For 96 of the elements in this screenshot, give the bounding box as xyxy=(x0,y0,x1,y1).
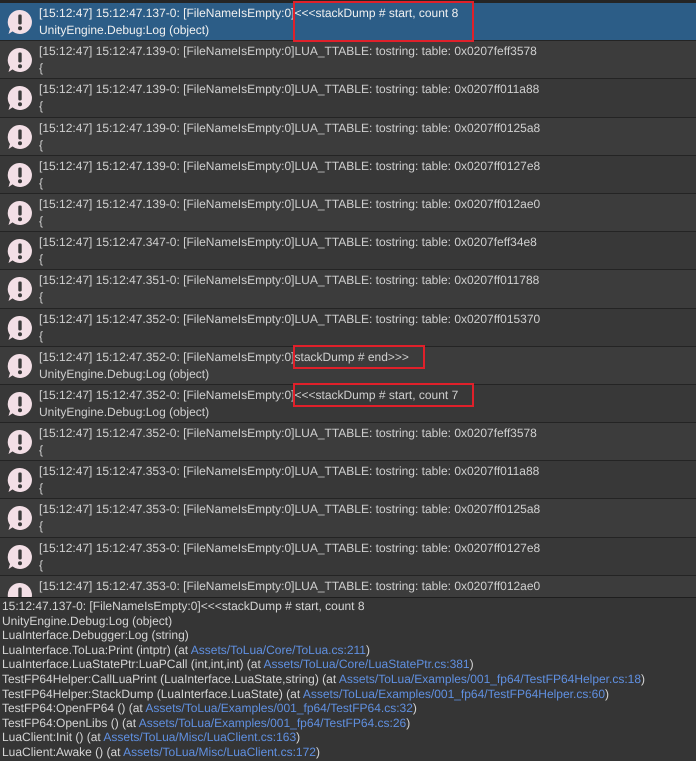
warning-bubble-icon xyxy=(7,276,33,302)
stack-trace-line: TestFP64Helper:StackDump (LuaInterface.LuaState) (at Assets/ToLua/Examples/001_fp64/TestFP64Helper.cs:60) xyxy=(2,686,610,702)
source-link[interactable]: Assets/ToLua/Examples/001_fp64/TestFP64.cs:32 xyxy=(145,701,413,716)
log-message: LUA_TTABLE: tostring: table: 0x0207ff012ae0 xyxy=(294,578,540,593)
log-detail: { xyxy=(39,60,44,78)
source-link[interactable]: Assets/ToLua/Misc/LuaClient.cs:172 xyxy=(123,744,316,759)
source-link[interactable]: Assets/ToLua/Examples/001_fp64/TestFP64Helper.cs:18 xyxy=(338,672,642,686)
stack-trace-line: UnityEngine.Debug:Log (object) xyxy=(2,614,174,628)
log-message: stackDump # end>>> xyxy=(294,350,409,364)
warning-bubble-icon xyxy=(7,47,33,74)
source-link[interactable]: Assets/ToLua/Core/ToLua.cs:211 xyxy=(190,642,366,657)
log-entry[interactable]: [15:12:47] 15:12:47.352-0: [FileNameIsEmpty:0]stackDump # end>>> UnityEngine.Debug:Log (object) xyxy=(0,346,696,385)
warning-bubble-icon xyxy=(7,505,33,532)
warning-bubble-icon xyxy=(7,429,33,456)
warning-bubble-icon xyxy=(7,85,33,112)
log-message: LUA_TTABLE: tostring: table: 0x0207ff015370 xyxy=(294,312,540,326)
log-detail: { xyxy=(39,251,44,268)
log-timestamp: [15:12:47] 15:12:47.352-0: [FileNameIsEmpty:0] xyxy=(39,310,294,328)
log-entry[interactable]: [15:12:47] 15:12:47.137-0: [FileNameIsEmpty:0]<<<stackDump # start, count 8 UnityEngine.Debug:Log (object) xyxy=(0,3,696,42)
log-entry[interactable]: [15:12:47] 15:12:47.353-0: [FileNameIsEmpty:0]LUA_TTABLE: tostring: table: 0x0207ff011a88 { xyxy=(0,461,696,500)
stack-trace-line: LuaInterface.LuaStatePtr:LuaPCall (int,int,int) (at Assets/ToLua/Core/LuaStatePtr.cs:381) xyxy=(2,657,475,672)
source-link[interactable]: Assets/ToLua/Examples/001_fp64/TestFP64Helper.cs:60 xyxy=(302,686,606,701)
warning-bubble-icon xyxy=(7,9,33,35)
warning-bubble-icon xyxy=(7,314,33,340)
log-timestamp: [15:12:47] 15:12:47.353-0: [FileNameIsEmpty:0] xyxy=(39,463,294,480)
log-message: LUA_TTABLE: tostring: table: 0x0207ff0127e8 xyxy=(294,540,540,555)
stack-trace-line: LuaInterface.ToLua:Print (intptr) (at Assets/ToLua/Core/ToLua.cs:211) xyxy=(2,642,371,658)
log-detail: { xyxy=(39,480,44,498)
stack-trace-line: LuaInterface.Debugger:Log (string) xyxy=(2,628,190,643)
log-timestamp: [15:12:47] 15:12:47.139-0: [FileNameIsEmpty:0] xyxy=(39,81,294,98)
log-entry[interactable]: [15:12:47] 15:12:47.139-0: [FileNameIsEmpty:0]LUA_TTABLE: tostring: table: 0x0207ff0127e8 { xyxy=(0,156,696,194)
warning-bubble-icon xyxy=(7,390,33,417)
log-detail: { xyxy=(39,518,44,536)
stack-trace-line: LuaClient:Awake () (at Assets/ToLua/Misc/LuaClient.cs:172) xyxy=(2,744,321,760)
log-timestamp: [15:12:47] 15:12:47.353-0: [FileNameIsEmpty:0] xyxy=(39,578,294,595)
warning-bubble-icon xyxy=(7,352,33,379)
log-detail: { xyxy=(39,556,44,574)
log-entry[interactable]: [15:12:47] 15:12:47.353-0: [FileNameIsEmpty:0]LUA_TTABLE: tostring: table: 0x0207ff0125a8 { xyxy=(0,499,696,538)
log-timestamp: [15:12:47] 15:12:47.139-0: [FileNameIsEmpty:0] xyxy=(39,120,294,137)
log-timestamp: [15:12:47] 15:12:47.353-0: [FileNameIsEmpty:0] xyxy=(39,501,294,518)
log-timestamp: [15:12:47] 15:12:47.137-0: [FileNameIsEmpty:0] xyxy=(39,5,294,22)
log-timestamp: [15:12:47] 15:12:47.139-0: [FileNameIsEmpty:0] xyxy=(39,158,294,175)
log-detail: { xyxy=(39,174,44,192)
log-detail: { xyxy=(39,212,44,230)
log-entry[interactable]: [15:12:47] 15:12:47.139-0: [FileNameIsEmpty:0]LUA_TTABLE: tostring: table: 0x0207ff012ae0 { xyxy=(0,194,696,232)
log-message: LUA_TTABLE: tostring: table: 0x0207ff0125a8 xyxy=(294,120,540,135)
log-entry[interactable]: [15:12:47] 15:12:47.351-0: [FileNameIsEmpty:0]LUA_TTABLE: tostring: table: 0x0207ff011788 { xyxy=(0,270,696,308)
log-entry[interactable]: [15:12:47] 15:12:47.353-0: [FileNameIsEmpty:0]LUA_TTABLE: tostring: table: 0x0207ff012ae0 xyxy=(0,576,696,597)
log-message: LUA_TTABLE: tostring: table: 0x0207feff34e8 xyxy=(294,235,537,250)
source-link[interactable]: Assets/ToLua/Misc/LuaClient.cs:163 xyxy=(103,730,296,744)
log-detail: { xyxy=(39,136,44,154)
log-detail: { xyxy=(39,328,44,344)
log-message: LUA_TTABLE: tostring: table: 0x0207ff0125a8 xyxy=(294,502,540,516)
warning-bubble-icon xyxy=(7,544,33,570)
stack-trace-line: LuaClient:Init () (at Assets/ToLua/Misc/LuaClient.cs:163) xyxy=(2,730,302,745)
log-detail: { xyxy=(39,98,44,116)
log-message: LUA_TTABLE: tostring: table: 0x0207ff012ae0 xyxy=(294,196,540,211)
log-timestamp: [15:12:47] 15:12:47.352-0: [FileNameIsEmpty:0] xyxy=(39,348,294,366)
stack-trace-line: TestFP64:OpenFP64 () (at Assets/ToLua/Examples/001_fp64/TestFP64.cs:32) xyxy=(2,701,418,716)
log-detail: { xyxy=(39,289,44,306)
warning-bubble-icon xyxy=(7,467,33,494)
log-detail: UnityEngine.Debug:Log (object) xyxy=(39,366,210,383)
log-timestamp: [15:12:47] 15:12:47.353-0: [FileNameIsEmpty:0] xyxy=(39,540,294,557)
log-timestamp: [15:12:47] 15:12:47.352-0: [FileNameIsEmpty:0] xyxy=(39,425,294,442)
stack-trace-line: TestFP64:OpenLibs () (at Assets/ToLua/Examples/001_fp64/TestFP64.cs:26) xyxy=(2,716,412,730)
log-detail: UnityEngine.Debug:Log (object) xyxy=(39,404,210,421)
log-entry[interactable]: [15:12:47] 15:12:47.347-0: [FileNameIsEmpty:0]LUA_TTABLE: tostring: table: 0x0207feff34e8 { xyxy=(0,232,696,270)
log-timestamp: [15:12:47] 15:12:47.352-0: [FileNameIsEmpty:0] xyxy=(39,386,294,404)
log-message: LUA_TTABLE: tostring: table: 0x0207ff011788 xyxy=(294,273,540,288)
source-link[interactable]: Assets/ToLua/Core/LuaStatePtr.cs:381 xyxy=(263,657,470,672)
log-timestamp: [15:12:47] 15:12:47.139-0: [FileNameIsEmpty:0] xyxy=(39,43,294,60)
log-timestamp: [15:12:47] 15:12:47.139-0: [FileNameIsEmpty:0] xyxy=(39,196,294,213)
warning-bubble-icon xyxy=(7,238,33,264)
source-link[interactable]: Assets/ToLua/Examples/001_fp64/TestFP64.cs:26 xyxy=(138,716,406,730)
log-message: LUA_TTABLE: tostring: table: 0x0207ff011a88 xyxy=(294,464,540,478)
log-entry[interactable]: [15:12:47] 15:12:47.352-0: [FileNameIsEmpty:0]LUA_TTABLE: tostring: table: 0x0207feff3578 { xyxy=(0,423,696,462)
warning-bubble-icon xyxy=(7,200,33,226)
warning-bubble-icon xyxy=(7,124,33,150)
log-message: LUA_TTABLE: tostring: table: 0x0207feff3578 xyxy=(294,44,537,58)
log-detail: { xyxy=(39,442,44,460)
log-entry[interactable]: [15:12:47] 15:12:47.139-0: [FileNameIsEmpty:0]LUA_TTABLE: tostring: table: 0x0207feff3578 { xyxy=(0,41,696,80)
log-entry[interactable]: [15:12:47] 15:12:47.139-0: [FileNameIsEmpty:0]LUA_TTABLE: tostring: table: 0x0207ff0125a8 { xyxy=(0,118,696,156)
log-entry[interactable]: [15:12:47] 15:12:47.353-0: [FileNameIsEmpty:0]LUA_TTABLE: tostring: table: 0x0207ff0127e8 { xyxy=(0,538,696,576)
stack-trace-line: 15:12:47.137-0: [FileNameIsEmpty:0]<<<stackDump # start, count 8 xyxy=(2,599,366,614)
log-message: <<<stackDump # start, count 8 xyxy=(294,6,458,20)
log-detail: UnityEngine.Debug:Log (object) xyxy=(39,22,210,39)
log-timestamp: [15:12:47] 15:12:47.347-0: [FileNameIsEmpty:0] xyxy=(39,234,294,252)
log-entry[interactable]: [15:12:47] 15:12:47.352-0: [FileNameIsEmpty:0]<<<stackDump # start, count 7 UnityEngine.Debug:Log (object) xyxy=(0,384,696,424)
log-message: LUA_TTABLE: tostring: table: 0x0207feff3578 xyxy=(294,426,537,440)
log-timestamp: [15:12:47] 15:12:47.351-0: [FileNameIsEmpty:0] xyxy=(39,272,294,290)
log-message: LUA_TTABLE: tostring: table: 0x0207ff011a88 xyxy=(294,82,540,96)
warning-bubble-icon xyxy=(7,162,33,188)
stack-trace-line: TestFP64Helper:CallLuaPrint (LuaInterface.LuaState,string) (at Assets/ToLua/Examples/001_fp64/TestFP64Helper.cs:18) xyxy=(2,672,646,687)
log-message: <<<stackDump # start, count 7 xyxy=(294,388,458,402)
log-message: LUA_TTABLE: tostring: table: 0x0207ff0127e8 xyxy=(294,158,540,173)
log-entry[interactable]: [15:12:47] 15:12:47.139-0: [FileNameIsEmpty:0]LUA_TTABLE: tostring: table: 0x0207ff011a88 { xyxy=(0,79,696,118)
